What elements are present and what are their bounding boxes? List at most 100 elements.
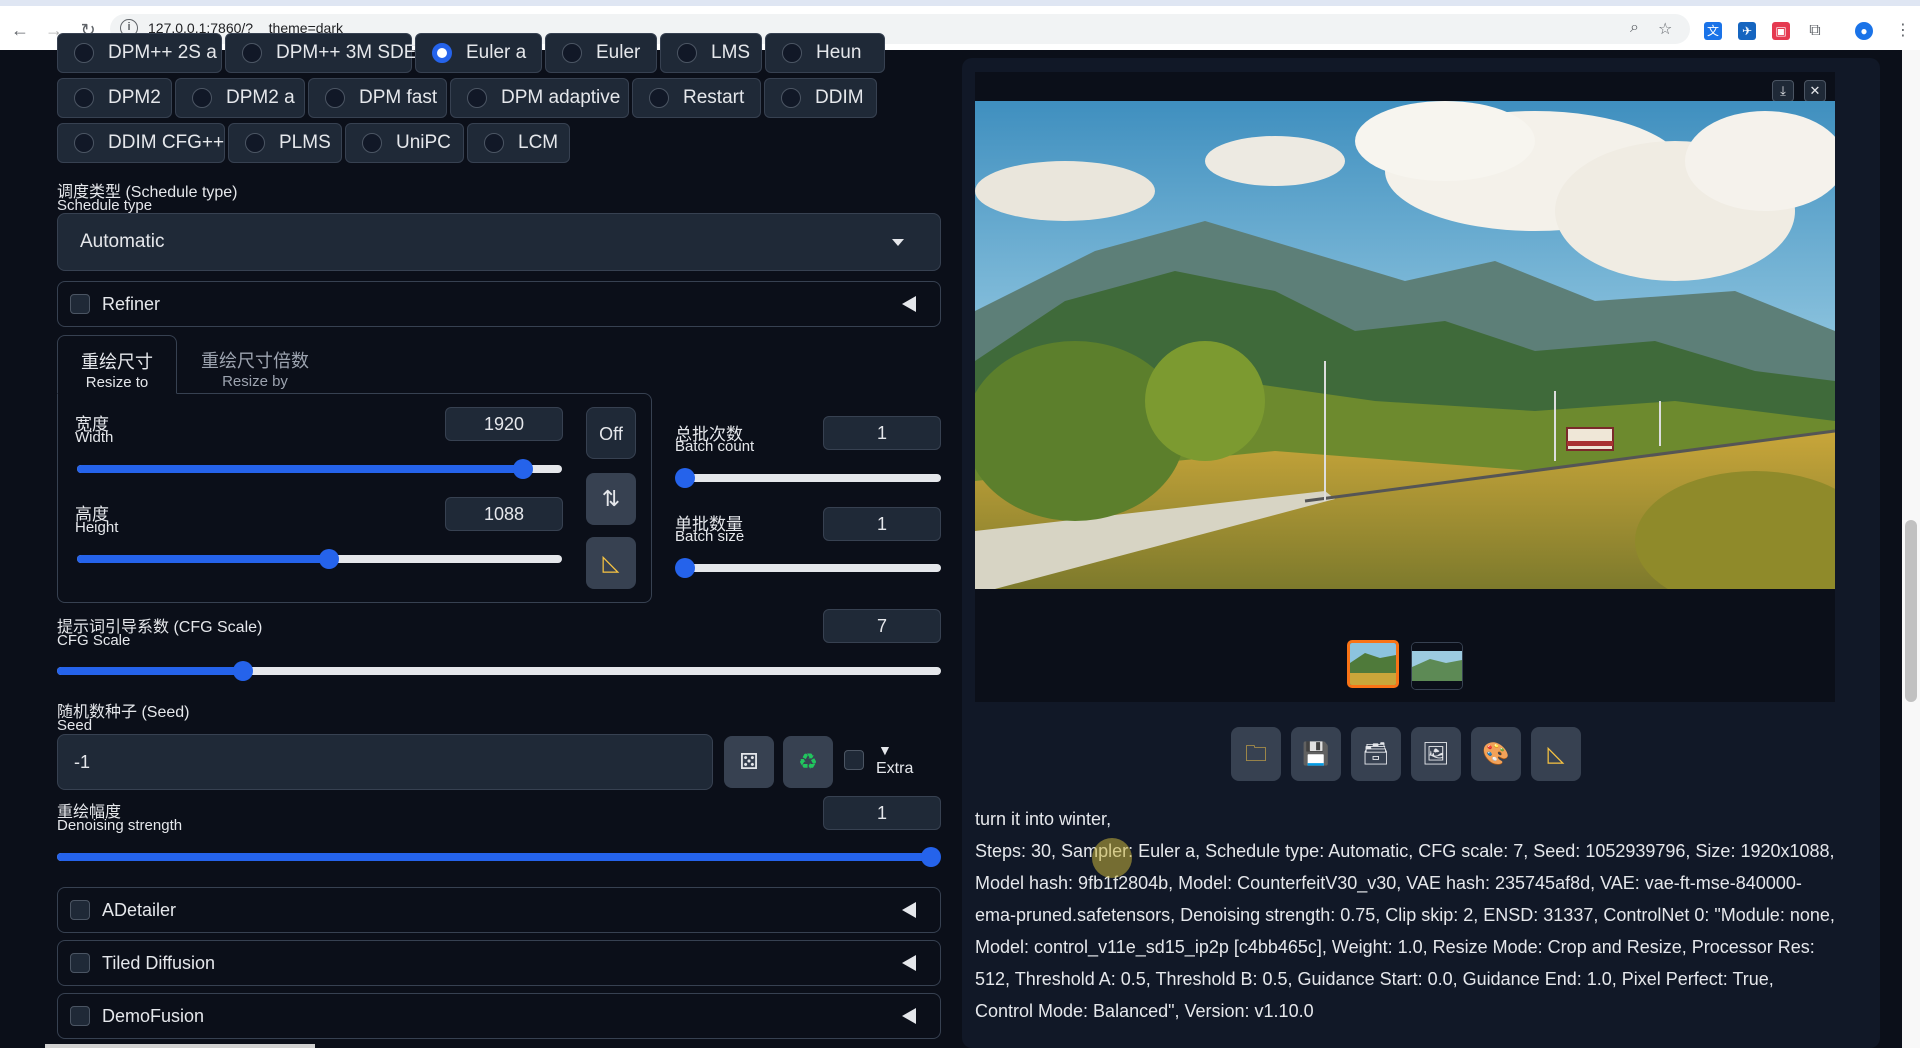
width-slider[interactable] [77,459,562,479]
denoise-slider[interactable] [57,847,941,867]
thumbnail-2[interactable] [1411,642,1463,690]
radio-dot[interactable] [782,43,802,63]
height-slider[interactable] [77,549,562,569]
cfg-slider[interactable] [57,661,941,681]
horizontal-scrollbar[interactable] [45,1044,315,1048]
denoise-input[interactable]: 1 [823,796,941,830]
extension-blue-icon[interactable]: ✈ [1738,22,1756,40]
batch-count-slider-thumb[interactable] [675,468,695,488]
radio-dot[interactable] [467,88,487,108]
width-input[interactable]: 1920 [445,407,563,441]
batch-size-input[interactable]: 1 [823,507,941,541]
thumbnail-1[interactable] [1347,640,1399,688]
extra-arrow-icon: ▼ [878,742,892,758]
random-seed-button[interactable]: ⚄ [724,736,774,788]
sampler-option-dpm2[interactable]: DPM2 [57,78,172,118]
tab-resize-to[interactable]: 重绘尺寸 Resize to [57,335,177,394]
sampler-option-lms[interactable]: LMS [660,33,762,73]
radio-dot[interactable] [484,133,504,153]
sampler-option-plms[interactable]: PLMS [228,123,342,163]
radio-dot[interactable] [325,88,345,108]
sampler-option-dpm2-a[interactable]: DPM2 a [175,78,305,118]
sampler-option-lcm[interactable]: LCM [467,123,570,163]
radio-dot[interactable] [74,43,94,63]
refiner-checkbox[interactable] [70,294,90,314]
auto-size-button[interactable]: ◺ [586,537,636,589]
schedule-type-dropdown[interactable]: Automatic [57,213,941,271]
sampler-option-ddim-cfg-[interactable]: DDIM CFG++ [57,123,225,163]
sampler-option-unipc[interactable]: UniPC [345,123,464,163]
generated-image[interactable] [975,101,1835,589]
swap-dimensions-button[interactable]: ⇅ [586,473,636,525]
sampler-option-restart[interactable]: Restart [632,78,761,118]
denoise-slider-thumb[interactable] [921,847,941,867]
height-input[interactable]: 1088 [445,497,563,531]
sampler-option-dpm-fast[interactable]: DPM fast [308,78,447,118]
sampler-option-heun[interactable]: Heun [765,33,885,73]
batch-count-slider[interactable] [675,468,941,488]
cfg-slider-thumb[interactable] [232,661,253,681]
recycle-icon: ♻ [798,749,818,774]
extension-red-icon[interactable]: ▣ [1772,22,1790,40]
radio-dot[interactable] [245,133,265,153]
accordion-adetailer[interactable]: ADetailer [57,887,941,933]
radio-dot[interactable] [74,133,94,153]
radio-dot[interactable] [432,43,452,63]
accordion-demofusion[interactable]: DemoFusion [57,993,941,1039]
batch-size-slider[interactable] [675,558,941,578]
batch-size-slider-thumb[interactable] [675,558,695,578]
height-label-en: Height [75,519,119,536]
radio-dot[interactable] [649,88,669,108]
accordion-checkbox[interactable] [70,953,90,973]
open-folder-button[interactable]: 🗀 [1231,727,1281,781]
zoom-icon[interactable]: ⌕ [1630,19,1639,37]
sampler-option-euler-a[interactable]: Euler a [415,33,542,73]
collapse-arrow-icon[interactable] [902,902,916,918]
cfg-input[interactable]: 7 [823,609,941,643]
radio-dot[interactable] [242,43,262,63]
bookmark-star-icon[interactable]: ☆ [1658,19,1672,39]
accordion-tiled-diffusion[interactable]: Tiled Diffusion [57,940,941,986]
radio-dot[interactable] [677,43,697,63]
collapse-arrow-icon[interactable] [902,955,916,971]
page-scrollbar-thumb[interactable] [1905,520,1917,702]
sampler-option-dpm-adaptive[interactable]: DPM adaptive [450,78,629,118]
sampler-option-euler[interactable]: Euler [545,33,657,73]
extensions-puzzle-icon[interactable]: ⧉ [1806,22,1824,40]
zip-button[interactable]: 🗃 [1351,727,1401,781]
accordion-checkbox[interactable] [70,900,90,920]
collapse-arrow-icon[interactable] [902,296,916,312]
send-to-extras-button[interactable]: ◺ [1531,727,1581,781]
sampler-option-dpm-3m-sde[interactable]: DPM++ 3M SDE [225,33,416,73]
radio-dot[interactable] [192,88,212,108]
profile-avatar-icon[interactable]: ● [1855,22,1873,40]
dice-icon: ⚄ [739,749,759,774]
browser-menu-icon[interactable]: ⋮ [1894,22,1912,40]
extra-seed-checkbox[interactable] [844,750,864,770]
extension-translate-icon[interactable]: 文 [1704,22,1722,40]
tab-resize-to-cn: 重绘尺寸 [81,352,153,372]
reuse-seed-button[interactable]: ♻ [783,736,833,788]
batch-count-input[interactable]: 1 [823,416,941,450]
collapse-arrow-icon[interactable] [902,1008,916,1024]
accordion-checkbox[interactable] [70,1006,90,1026]
radio-dot[interactable] [74,88,94,108]
send-to-inpaint-button[interactable]: 🎨 [1471,727,1521,781]
radio-dot[interactable] [362,133,382,153]
back-icon[interactable]: ← [8,18,32,42]
send-to-img2img-button[interactable]: 🖼 [1411,727,1461,781]
aspect-lock-button[interactable]: Off [586,407,636,459]
radio-dot[interactable] [562,43,582,63]
save-button[interactable]: 💾 [1291,727,1341,781]
radio-dot[interactable] [781,88,801,108]
chevron-down-icon [892,239,904,246]
tab-resize-by[interactable]: 重绘尺寸倍数 Resize by [190,335,320,393]
close-icon[interactable]: ✕ [1804,80,1826,102]
seed-input[interactable]: -1 [57,734,713,790]
refiner-accordion[interactable]: Refiner [57,281,941,327]
sampler-option-dpm-2s-a[interactable]: DPM++ 2S a [57,33,222,73]
download-icon[interactable]: ⤓ [1772,80,1794,102]
sampler-option-ddim[interactable]: DDIM [764,78,877,118]
width-label-en: Width [75,429,114,446]
sampler-option-label: DPM fast [359,87,438,108]
